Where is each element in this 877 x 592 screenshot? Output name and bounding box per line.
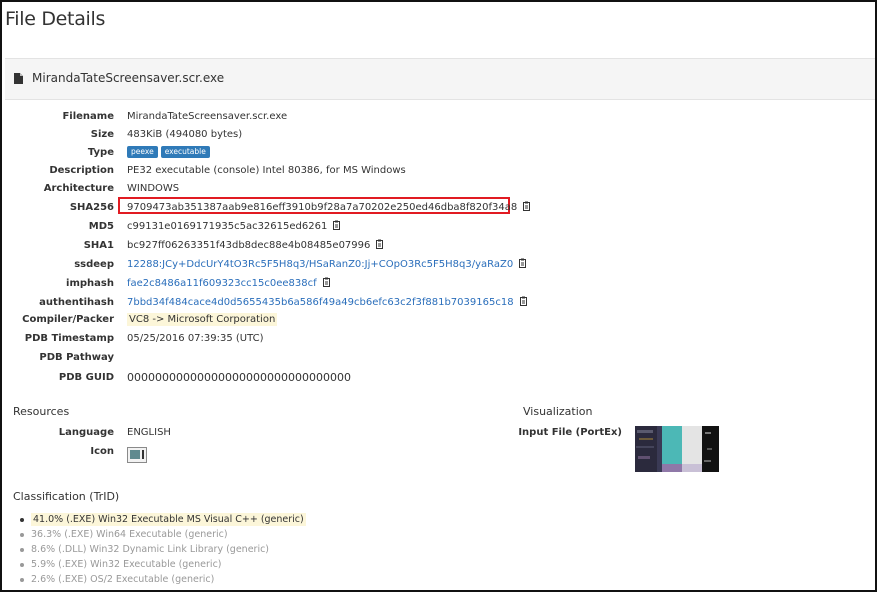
authentihash-link[interactable]: 7bbd34f484cace4d0d5655435b6a586f49a49cb6… bbox=[127, 297, 514, 308]
authentihash-value: 7bbd34f484cace4d0d5655435b6a586f49a49cb6… bbox=[127, 294, 529, 312]
trid-text: 8.6% (.DLL) Win32 Dynamic Link Library (… bbox=[31, 544, 270, 555]
copy-icon[interactable] bbox=[333, 220, 342, 230]
type-badges: peexe executable bbox=[127, 144, 213, 162]
sha1-hash[interactable]: bc927ff06263351f43db8dec88e4b08485e07996 bbox=[127, 240, 370, 251]
detail-label: SHA1 bbox=[83, 240, 114, 251]
imphash-link[interactable]: fae2c8486a11f609323cc15c0ee838cf bbox=[127, 278, 317, 289]
resources-title: Resources bbox=[13, 405, 70, 418]
detail-ssdeep: ssdeep 12288:JCy+DdcUrY4tO3Rc5F5H8q3/HSa… bbox=[2, 256, 862, 274]
detail-compiler: Compiler/Packer VC8 -> Microsoft Corpora… bbox=[2, 311, 862, 329]
detail-label: Architecture bbox=[43, 183, 114, 194]
detail-imphash: imphash fae2c8486a11f609323cc15c0ee838cf bbox=[2, 275, 862, 293]
copy-icon[interactable] bbox=[519, 258, 528, 268]
trid-item: 36.3% (.EXE) Win64 Executable (generic) bbox=[20, 527, 228, 542]
screenshot-frame: File Details MirandaTateScreensaver.scr.… bbox=[0, 0, 877, 592]
type-badge[interactable]: executable bbox=[160, 146, 210, 158]
visualization-label: Input File (PortEx) bbox=[518, 427, 622, 438]
visualization-title: Visualization bbox=[523, 405, 593, 418]
detail-authentihash: authentihash 7bbd34f484cace4d0d5655435b6… bbox=[2, 294, 862, 312]
bullet bbox=[20, 578, 24, 582]
compiler-highlight: VC8 -> Microsoft Corporation bbox=[127, 313, 278, 326]
ssdeep-link[interactable]: 12288:JCy+DdcUrY4tO3Rc5F5H8q3/HSaRanZ0:J… bbox=[127, 259, 513, 270]
trid-item: 5.9% (.EXE) Win32 Executable (generic) bbox=[20, 557, 222, 572]
copy-icon[interactable] bbox=[376, 239, 385, 249]
trid-text: 2.6% (.EXE) OS/2 Executable (generic) bbox=[31, 574, 215, 585]
copy-icon[interactable] bbox=[523, 201, 532, 211]
detail-size: Size 483KiB (494080 bytes) bbox=[2, 126, 862, 144]
detail-label: PDB Pathway bbox=[39, 352, 114, 363]
imphash-value: fae2c8486a11f609323cc15c0ee838cf bbox=[127, 275, 332, 293]
trid-item: 2.6% (.EXE) OS/2 Executable (generic) bbox=[20, 572, 215, 587]
detail-sha256: SHA256 9709473ab351387aab9e816eff3910b9f… bbox=[2, 197, 862, 217]
copy-icon[interactable] bbox=[519, 296, 529, 306]
resource-label: Icon bbox=[90, 446, 114, 457]
trid-text: 41.0% (.EXE) Win32 Executable MS Visual … bbox=[31, 513, 306, 526]
detail-label: authentihash bbox=[39, 297, 114, 308]
detail-pdb-pathway: PDB Pathway bbox=[2, 349, 862, 367]
compiler-value: VC8 -> Microsoft Corporation bbox=[127, 311, 278, 329]
type-badge[interactable]: peexe bbox=[127, 146, 158, 158]
trid-text: 36.3% (.EXE) Win64 Executable (generic) bbox=[31, 529, 228, 540]
detail-sha1: SHA1 bc927ff06263351f43db8dec88e4b08485e… bbox=[2, 237, 862, 255]
detail-pdb-timestamp: PDB Timestamp 05/25/2016 07:39:35 (UTC) bbox=[2, 330, 862, 348]
detail-label: Compiler/Packer bbox=[22, 314, 114, 325]
app-icon[interactable] bbox=[127, 447, 147, 463]
pdb-guid-value: 00000000000000000000000000000000 bbox=[127, 371, 351, 384]
description-value: PE32 executable (console) Intel 80386, f… bbox=[127, 165, 406, 176]
sha256-hash[interactable]: 9709473ab351387aab9e816eff3910b9f28a7a70… bbox=[127, 202, 517, 213]
detail-label: PDB GUID bbox=[58, 372, 114, 383]
file-header: MirandaTateScreensaver.scr.exe bbox=[5, 59, 875, 100]
architecture-value: WINDOWS bbox=[127, 183, 180, 194]
trid-item: 8.6% (.DLL) Win32 Dynamic Link Library (… bbox=[20, 542, 270, 557]
detail-label: MD5 bbox=[88, 221, 114, 232]
file-name: MirandaTateScreensaver.scr.exe bbox=[32, 71, 225, 85]
md5-value: c99131e0169171935c5ac32615ed6261 bbox=[127, 218, 342, 236]
detail-label: Filename bbox=[62, 111, 114, 122]
detail-label: Type bbox=[87, 147, 114, 158]
sha256-value: 9709473ab351387aab9e816eff3910b9f28a7a70… bbox=[127, 199, 532, 217]
copy-icon[interactable] bbox=[322, 277, 332, 287]
detail-label: SHA256 bbox=[69, 202, 114, 213]
sha1-value: bc927ff06263351f43db8dec88e4b08485e07996 bbox=[127, 237, 385, 255]
resource-icon-image[interactable] bbox=[127, 447, 147, 469]
bullet bbox=[20, 548, 24, 552]
detail-type: Type peexe executable bbox=[2, 144, 862, 162]
detail-description: Description PE32 executable (console) In… bbox=[2, 162, 862, 180]
filename-value: MirandaTateScreensaver.scr.exe bbox=[127, 111, 288, 122]
detail-md5: MD5 c99131e0169171935c5ac32615ed6261 bbox=[2, 218, 862, 236]
classification-title: Classification (TrID) bbox=[13, 490, 120, 503]
resource-label: Language bbox=[58, 427, 114, 438]
size-value: 483KiB (494080 bytes) bbox=[127, 129, 243, 140]
file-icon bbox=[14, 73, 23, 84]
pdb-timestamp-value: 05/25/2016 07:39:35 (UTC) bbox=[127, 333, 264, 344]
page-title: File Details bbox=[5, 8, 106, 30]
bullet bbox=[20, 563, 24, 567]
detail-filename: Filename MirandaTateScreensaver.scr.exe bbox=[2, 108, 862, 126]
md5-hash[interactable]: c99131e0169171935c5ac32615ed6261 bbox=[127, 221, 327, 232]
portex-visualization[interactable] bbox=[635, 426, 719, 472]
bullet bbox=[20, 518, 24, 522]
detail-architecture: Architecture WINDOWS bbox=[2, 180, 862, 198]
bullet bbox=[20, 533, 24, 537]
detail-label: PDB Timestamp bbox=[24, 333, 114, 344]
detail-label: imphash bbox=[66, 278, 114, 289]
detail-label: ssdeep bbox=[74, 259, 114, 270]
trid-item: 41.0% (.EXE) Win32 Executable MS Visual … bbox=[20, 512, 306, 527]
detail-pdb-guid: PDB GUID 0000000000000000000000000000000… bbox=[2, 369, 862, 387]
detail-label: Description bbox=[49, 165, 114, 176]
trid-text: 5.9% (.EXE) Win32 Executable (generic) bbox=[31, 559, 222, 570]
language-value: ENGLISH bbox=[127, 427, 171, 438]
detail-label: Size bbox=[90, 129, 114, 140]
ssdeep-value: 12288:JCy+DdcUrY4tO3Rc5F5H8q3/HSaRanZ0:J… bbox=[127, 256, 528, 274]
